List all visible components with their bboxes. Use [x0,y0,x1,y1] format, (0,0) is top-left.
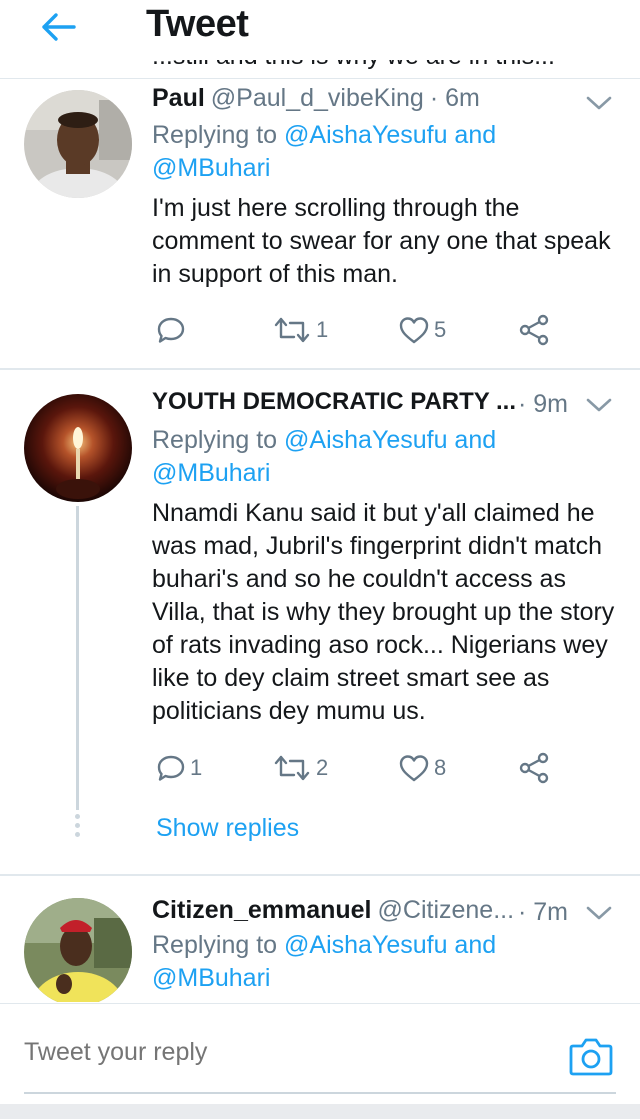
tweet-menu-chevron[interactable] [584,392,614,416]
camera-button[interactable] [568,1034,614,1078]
tweet-text: I'm just here scrolling through the comm… [152,194,611,288]
author-name[interactable]: Paul [152,84,205,113]
tweet-meta: Citizen_emmanuel @Citizene... [152,896,514,930]
tweet-meta: YOUTH DEMOCRATIC PARTY ... [152,388,516,422]
retweet-button[interactable]: 1 [272,310,328,350]
tweet-text: Nnamdi Kanu said it but y'all claimed he… [152,499,615,725]
show-replies-link[interactable]: Show replies [156,814,299,843]
system-nav-strip [0,1104,640,1119]
camera-icon [569,1038,613,1076]
like-button[interactable]: 5 [398,310,446,350]
reply-input[interactable] [24,1038,504,1067]
thread-line [76,506,79,810]
share-button[interactable] [518,748,550,788]
thread-dots [75,814,80,841]
avatar[interactable] [24,90,132,198]
avatar[interactable] [24,898,132,1002]
chevron-down-icon [586,398,612,412]
reply-button[interactable] [156,310,190,350]
divider [0,874,640,876]
mention-link[interactable]: @MBuhari [152,154,270,182]
tweet-menu-chevron[interactable] [584,900,614,924]
tweet-menu-chevron[interactable] [584,90,614,114]
tweet-actions: 1 2 8 [152,748,612,788]
tweet-youth-democratic-party[interactable]: YOUTH DEMOCRATIC PARTY ... · 9m Replying… [0,372,640,872]
heart-icon [399,317,429,344]
replying-to: Replying to @AishaYesufu and @MBuhari [152,931,497,992]
mention-link[interactable]: @AishaYesufu and [284,121,496,149]
share-icon [519,752,549,784]
retweet-icon [274,755,310,781]
tweet-actions: 1 5 [152,310,612,350]
reply-button[interactable]: 1 [156,748,202,788]
avatar[interactable] [24,394,132,502]
reply-composer [0,1003,640,1120]
retweet-icon [274,317,310,343]
reply-input-underline [24,1092,616,1094]
mention-link[interactable]: @AishaYesufu and [284,931,496,959]
share-button[interactable] [518,310,550,350]
arrow-left-icon [42,13,76,41]
reply-icon [157,755,185,781]
author-handle[interactable]: @Citizene... [378,896,515,925]
heart-icon [399,755,429,782]
chevron-down-icon [586,96,612,110]
tweet-meta: Paul @Paul_d_vibeKing · 6m [152,84,480,118]
replying-to: Replying to @AishaYesufu and @MBuhari [152,426,497,487]
share-icon [519,314,549,346]
replying-to: Replying to @AishaYesufu and @MBuhari [152,121,497,182]
author-handle[interactable]: @Paul_d_vibeKing [211,84,424,113]
mention-link[interactable]: @AishaYesufu and [284,426,496,454]
chevron-down-icon [586,906,612,920]
author-name[interactable]: YOUTH DEMOCRATIC PARTY ... [152,388,516,416]
reply-icon [157,317,185,343]
tweet-time: · 6m [429,84,480,112]
tweet-time: · 7m [518,898,568,926]
tweet-time: · 9m [518,390,568,418]
tweet-citizen-emmanuel[interactable]: Citizen_emmanuel @Citizene... · 7m Reply… [0,878,640,1002]
tweet-paul[interactable]: Paul @Paul_d_vibeKing · 6m Replying to @… [0,80,640,366]
mention-link[interactable]: @MBuhari [152,459,270,487]
like-button[interactable]: 8 [398,748,446,788]
retweet-button[interactable]: 2 [272,748,328,788]
mention-link[interactable]: @MBuhari [152,964,270,992]
divider [0,368,640,370]
header: Tweet ...still and this is why we are in… [0,0,640,79]
page-title: Tweet [146,3,249,45]
cutoff-previous-text: ...still and this is why we are in this.… [152,60,612,74]
author-name[interactable]: Citizen_emmanuel [152,896,372,925]
back-button[interactable] [30,4,86,50]
